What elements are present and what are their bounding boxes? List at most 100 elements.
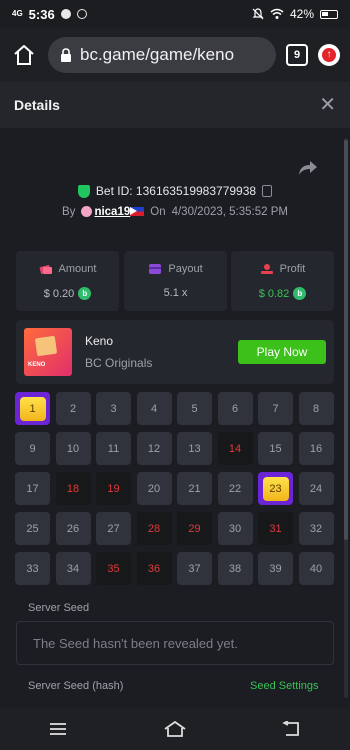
server-seed-hash-label: Server Seed (hash) xyxy=(28,680,124,692)
keno-cell-23[interactable]: 23 xyxy=(258,472,293,505)
keno-cell-31[interactable]: 31 xyxy=(258,512,293,545)
keno-cell-18[interactable]: 18 xyxy=(55,472,91,505)
menu-icon[interactable] xyxy=(44,719,72,739)
payout-card: Payout 5.1 x xyxy=(124,251,227,311)
copy-icon[interactable] xyxy=(262,185,273,197)
sync-icon xyxy=(76,9,87,19)
keno-cell-27[interactable]: 27 xyxy=(96,512,131,545)
by-label: By xyxy=(62,206,76,218)
keno-cell-35[interactable]: 35 xyxy=(96,552,131,585)
network-indicator: 4G xyxy=(12,9,23,18)
bcd-coin-icon: b xyxy=(293,287,307,300)
bet-meta-row: By nica19 On 4/30/2023, 5:35:52 PM xyxy=(0,206,350,218)
keno-cell-14[interactable]: 14 xyxy=(217,432,253,465)
verified-shield-icon xyxy=(77,184,90,198)
keno-cell-13[interactable]: 13 xyxy=(177,432,212,465)
seed-settings-link[interactable]: Seed Settings xyxy=(250,680,319,692)
keno-cell-15[interactable]: 15 xyxy=(258,432,293,465)
keno-cell-8[interactable]: 8 xyxy=(298,392,334,425)
mute-icon xyxy=(252,8,264,20)
keno-cell-24[interactable]: 24 xyxy=(298,472,334,505)
profit-card: Profit $ 0.82 b xyxy=(231,251,334,311)
keno-cell-10[interactable]: 10 xyxy=(55,432,91,465)
gem-tile: 23 xyxy=(262,476,289,501)
payout-value: 5.1 x xyxy=(163,287,188,299)
close-icon[interactable]: ✕ xyxy=(319,95,336,115)
profit-icon xyxy=(260,264,273,274)
keno-cell-22[interactable]: 22 xyxy=(217,472,253,505)
keno-cell-21[interactable]: 21 xyxy=(177,472,212,505)
keno-cell-2[interactable]: 2 xyxy=(55,392,91,425)
amount-label: Amount xyxy=(58,263,97,275)
keno-cell-30[interactable]: 30 xyxy=(217,512,253,545)
back-icon[interactable] xyxy=(278,719,306,739)
flag-icon xyxy=(130,207,145,217)
amount-card: Amount $ 0.20 b xyxy=(16,251,119,311)
battery-percent: 42% xyxy=(289,7,314,21)
keno-thumbnail[interactable]: KENO xyxy=(24,328,72,376)
keno-cell-32[interactable]: 32 xyxy=(298,512,334,545)
keno-cell-26[interactable]: 26 xyxy=(55,512,91,545)
thumbnail-text: KENO xyxy=(28,362,46,368)
lock-icon xyxy=(61,48,71,62)
username: nica19 xyxy=(94,206,131,218)
keno-cell-11[interactable]: 11 xyxy=(96,432,131,465)
keno-cell-16[interactable]: 16 xyxy=(298,432,334,465)
on-label: On xyxy=(150,206,166,218)
details-header: Details ✕ xyxy=(0,82,350,128)
username-link[interactable]: nica19 xyxy=(81,206,145,218)
keno-cell-34[interactable]: 34 xyxy=(55,552,91,585)
battery-icon xyxy=(320,9,338,19)
keno-cell-33[interactable]: 33 xyxy=(15,552,50,585)
server-seed-label: Server Seed xyxy=(28,602,90,614)
amount-icon xyxy=(39,265,52,274)
status-bar: 4G 5:36 42% xyxy=(0,0,350,28)
messenger-icon xyxy=(60,9,71,19)
keno-cell-40[interactable]: 40 xyxy=(298,552,334,585)
keno-cell-7[interactable]: 7 xyxy=(258,392,293,425)
payout-label: Payout xyxy=(168,263,203,275)
keno-cell-5[interactable]: 5 xyxy=(177,392,212,425)
update-icon[interactable]: ↑ xyxy=(318,44,340,66)
keno-cell-39[interactable]: 39 xyxy=(258,552,293,585)
gem-tile: 1 xyxy=(19,396,46,421)
keno-cell-9[interactable]: 9 xyxy=(15,432,50,465)
home-icon[interactable] xyxy=(10,41,38,69)
keno-cell-20[interactable]: 20 xyxy=(136,472,172,505)
play-now-button[interactable]: Play Now xyxy=(238,340,326,364)
keno-cell-17[interactable]: 17 xyxy=(15,472,50,505)
keno-cell-29[interactable]: 29 xyxy=(177,512,212,545)
details-title: Details xyxy=(14,97,60,113)
game-name: Keno xyxy=(85,334,114,348)
keno-cell-25[interactable]: 25 xyxy=(15,512,50,545)
url-text: bc.game/game/keno xyxy=(80,45,235,64)
server-seed-field[interactable]: The Seed hasn't been revealed yet. xyxy=(16,621,334,665)
amount-value: $ 0.20 xyxy=(43,287,75,300)
keno-cell-37[interactable]: 37 xyxy=(177,552,212,585)
tabs-button[interactable]: 9 xyxy=(286,44,308,66)
address-bar[interactable]: bc.game/game/keno xyxy=(48,37,276,73)
scrollbar-thumb[interactable] xyxy=(344,140,348,540)
android-nav-bar xyxy=(0,708,350,750)
browser-toolbar: bc.game/game/keno 9 ↑ xyxy=(0,28,350,82)
home-icon[interactable] xyxy=(161,719,189,739)
game-provider: BC Originals xyxy=(85,356,153,370)
keno-cell-6[interactable]: 6 xyxy=(217,392,253,425)
keno-cell-3[interactable]: 3 xyxy=(96,392,131,425)
bcd-coin-icon: b xyxy=(78,287,92,300)
server-seed-value: The Seed hasn't been revealed yet. xyxy=(33,635,238,651)
bet-id: Bet ID: 136163519983779938 xyxy=(95,184,257,198)
keno-cell-4[interactable]: 4 xyxy=(136,392,172,425)
keno-cell-36[interactable]: 36 xyxy=(136,552,172,585)
wifi-icon xyxy=(270,8,284,19)
keno-cell-28[interactable]: 28 xyxy=(136,512,172,545)
bet-date: 4/30/2023, 5:35:52 PM xyxy=(171,206,288,218)
user-avatar xyxy=(81,206,93,218)
keno-cell-12[interactable]: 12 xyxy=(136,432,172,465)
keno-cell-38[interactable]: 38 xyxy=(217,552,253,585)
profit-value: $ 0.82 xyxy=(258,287,290,300)
payout-icon xyxy=(149,264,162,274)
keno-cell-19[interactable]: 19 xyxy=(96,472,131,505)
share-icon[interactable] xyxy=(298,160,318,176)
keno-cell-1[interactable]: 1 xyxy=(15,392,50,425)
